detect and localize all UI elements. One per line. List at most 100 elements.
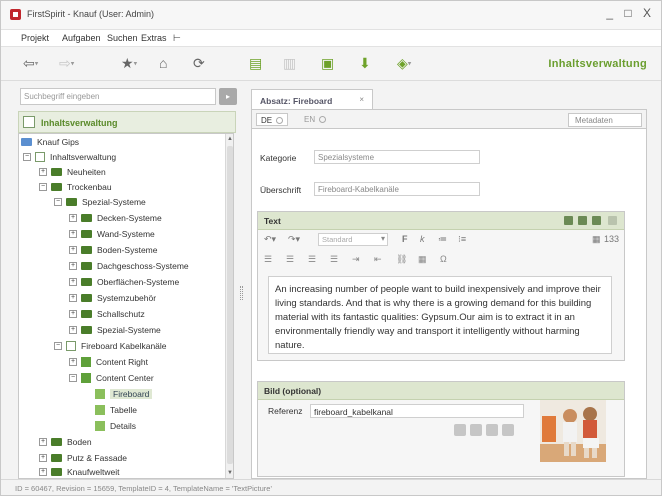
- minimize-icon[interactable]: [578, 216, 587, 225]
- collapse-icon[interactable]: −: [54, 197, 62, 206]
- referenz-field[interactable]: fireboard_kabelkanal: [310, 404, 524, 418]
- scroll-up-icon[interactable]: ▲: [227, 136, 233, 142]
- menu-overflow[interactable]: ⊢: [173, 33, 181, 44]
- style-select[interactable]: Standard: [318, 233, 388, 246]
- kategorie-field[interactable]: Spezialsysteme: [314, 150, 480, 164]
- collapse-icon[interactable]: −: [39, 182, 47, 191]
- bold-icon[interactable]: F: [402, 234, 408, 244]
- content-tree: Knauf Gips − Inhaltsverwaltung + Neuheiten…: [18, 133, 234, 479]
- workflow-icon[interactable]: ◈▾: [397, 56, 411, 71]
- image-thumbnail[interactable]: [540, 400, 606, 462]
- special-char-icon[interactable]: Ω: [440, 254, 447, 264]
- tree-node-inhaltsverwaltung[interactable]: − Inhaltsverwaltung: [23, 151, 116, 164]
- tree-node-decken-systeme[interactable]: + Decken-Systeme: [69, 212, 162, 225]
- expand-icon[interactable]: +: [69, 325, 77, 334]
- menu-suchen[interactable]: Suchen: [107, 33, 138, 43]
- tree-node-schallschutz[interactable]: + Schallschutz: [69, 308, 145, 321]
- tree-node-oberflaechen-systeme[interactable]: + Oberflächen-Systeme: [69, 276, 179, 289]
- save-page-icon[interactable]: ▥: [283, 56, 296, 70]
- tree-node-details[interactable]: Details: [95, 420, 136, 433]
- metadata-button[interactable]: Metadaten: [568, 113, 642, 127]
- search-go-button[interactable]: ▸: [219, 88, 237, 105]
- referenz-label: Referenz: [268, 406, 303, 416]
- edit-page-icon[interactable]: ▤: [249, 56, 262, 70]
- tree-header[interactable]: Inhaltsverwaltung: [18, 111, 236, 133]
- forward-arrow-icon[interactable]: ⇨▾: [59, 56, 74, 71]
- tree-node-fireboard-kabelkanaele[interactable]: − Fireboard Kabelkanäle: [54, 340, 167, 353]
- scroll-thumb[interactable]: [227, 146, 233, 464]
- collapse-icon[interactable]: −: [54, 341, 62, 350]
- home-icon[interactable]: ⌂: [159, 56, 167, 70]
- ueberschrift-field[interactable]: Fireboard-Kabelkanäle: [314, 182, 480, 196]
- tree-node-trockenbau[interactable]: − Trockenbau: [39, 181, 112, 194]
- choose-image-icon[interactable]: [454, 424, 466, 436]
- italic-icon[interactable]: k: [420, 234, 425, 244]
- release-icon[interactable]: ⬇: [359, 56, 371, 70]
- text-editor-area[interactable]: An increasing number of people want to b…: [268, 276, 612, 354]
- align-justify-icon[interactable]: ☰: [330, 254, 338, 265]
- tree-node-boden-systeme[interactable]: + Boden-Systeme: [69, 244, 157, 257]
- expand-icon[interactable]: +: [39, 167, 47, 176]
- table-icon[interactable]: ▦: [418, 254, 427, 265]
- expand-icon[interactable]: +: [69, 357, 77, 366]
- maximize-icon[interactable]: [592, 216, 601, 225]
- bookmark-star-icon[interactable]: ★▾: [121, 56, 137, 71]
- tree-node-tabelle[interactable]: Tabelle: [95, 404, 137, 417]
- tree-node-dachgeschoss-systeme[interactable]: + Dachgeschoss-Systeme: [69, 260, 189, 273]
- tree-node-putz-fassade[interactable]: + Putz & Fassade: [39, 452, 127, 465]
- expand-icon[interactable]: +: [69, 229, 77, 238]
- expand-icon[interactable]: +: [69, 309, 77, 318]
- expand-icon[interactable]: +: [69, 277, 77, 286]
- tree-scrollbar[interactable]: ▲ ▼: [225, 134, 233, 478]
- back-arrow-icon[interactable]: ⇦▾: [23, 56, 38, 71]
- edit-image-icon[interactable]: [470, 424, 482, 436]
- expand-icon[interactable]: +: [39, 467, 47, 476]
- indent-icon[interactable]: ⇥: [352, 254, 360, 265]
- expand-icon[interactable]: +: [39, 453, 47, 462]
- tree-node-spezial-systeme[interactable]: − Spezial-Systeme: [54, 196, 146, 209]
- collapse-icon[interactable]: −: [69, 373, 77, 382]
- tree-node-spezial-systeme-2[interactable]: + Spezial-Systeme: [69, 324, 161, 337]
- list-unordered-icon[interactable]: ≔: [438, 234, 447, 245]
- expand-icon[interactable]: +: [39, 437, 47, 446]
- tree-node-content-right[interactable]: + Content Right: [69, 356, 148, 369]
- refresh-icon[interactable]: ⟳: [193, 56, 205, 70]
- pane-splitter[interactable]: [237, 81, 247, 479]
- undo-icon[interactable]: ↶▾: [264, 234, 276, 245]
- tree-node-knaufweltweit[interactable]: + Knaufweltweit: [39, 466, 119, 478]
- align-right-icon[interactable]: ☰: [308, 254, 316, 265]
- preview-image-icon[interactable]: [486, 424, 498, 436]
- close-icon[interactable]: ×: [359, 95, 364, 104]
- align-center-icon[interactable]: ☰: [286, 254, 294, 265]
- expand-icon[interactable]: +: [69, 261, 77, 270]
- tab-absatz-fireboard[interactable]: Absatz: Fireboard ×: [251, 89, 373, 109]
- search-input[interactable]: Suchbegriff eingeben: [20, 88, 216, 105]
- tree-node-knauf-gips[interactable]: Knauf Gips: [21, 136, 79, 149]
- tree-node-content-center[interactable]: − Content Center: [69, 372, 154, 385]
- expand-icon[interactable]: +: [69, 213, 77, 222]
- tree-node-boden[interactable]: + Boden: [39, 436, 92, 449]
- menu-extras[interactable]: Extras: [141, 33, 167, 43]
- outdent-icon[interactable]: ⇤: [374, 254, 382, 265]
- remove-image-icon[interactable]: [502, 424, 514, 436]
- tab-language-en[interactable]: EN: [300, 113, 330, 126]
- tree-node-neuheiten[interactable]: + Neuheiten: [39, 166, 106, 179]
- align-left-icon[interactable]: ☰: [264, 254, 272, 265]
- expand-icon[interactable]: +: [69, 245, 77, 254]
- menu-aufgaben[interactable]: Aufgaben: [62, 33, 101, 43]
- collapse-icon[interactable]: −: [23, 152, 31, 161]
- menu-projekt[interactable]: Projekt: [21, 33, 49, 43]
- tree-node-fireboard[interactable]: Fireboard: [95, 388, 153, 401]
- expand-icon[interactable]: +: [69, 293, 77, 302]
- list-ordered-icon[interactable]: ⁝≡: [458, 234, 466, 245]
- tree-node-wand-systeme[interactable]: + Wand-Systeme: [69, 228, 155, 241]
- link-icon[interactable]: ⛓: [396, 254, 407, 265]
- redo-icon[interactable]: ↷▾: [288, 234, 300, 245]
- window-controls[interactable]: _ □ X: [606, 6, 655, 20]
- scroll-down-icon[interactable]: ▼: [227, 470, 233, 476]
- tab-language-de[interactable]: DE: [256, 113, 289, 126]
- preview-icon[interactable]: ▣: [321, 56, 334, 70]
- tree-node-systemzubehoer[interactable]: + Systemzubehör: [69, 292, 156, 305]
- move-up-icon[interactable]: [564, 216, 573, 225]
- section-menu-icon[interactable]: [608, 216, 617, 225]
